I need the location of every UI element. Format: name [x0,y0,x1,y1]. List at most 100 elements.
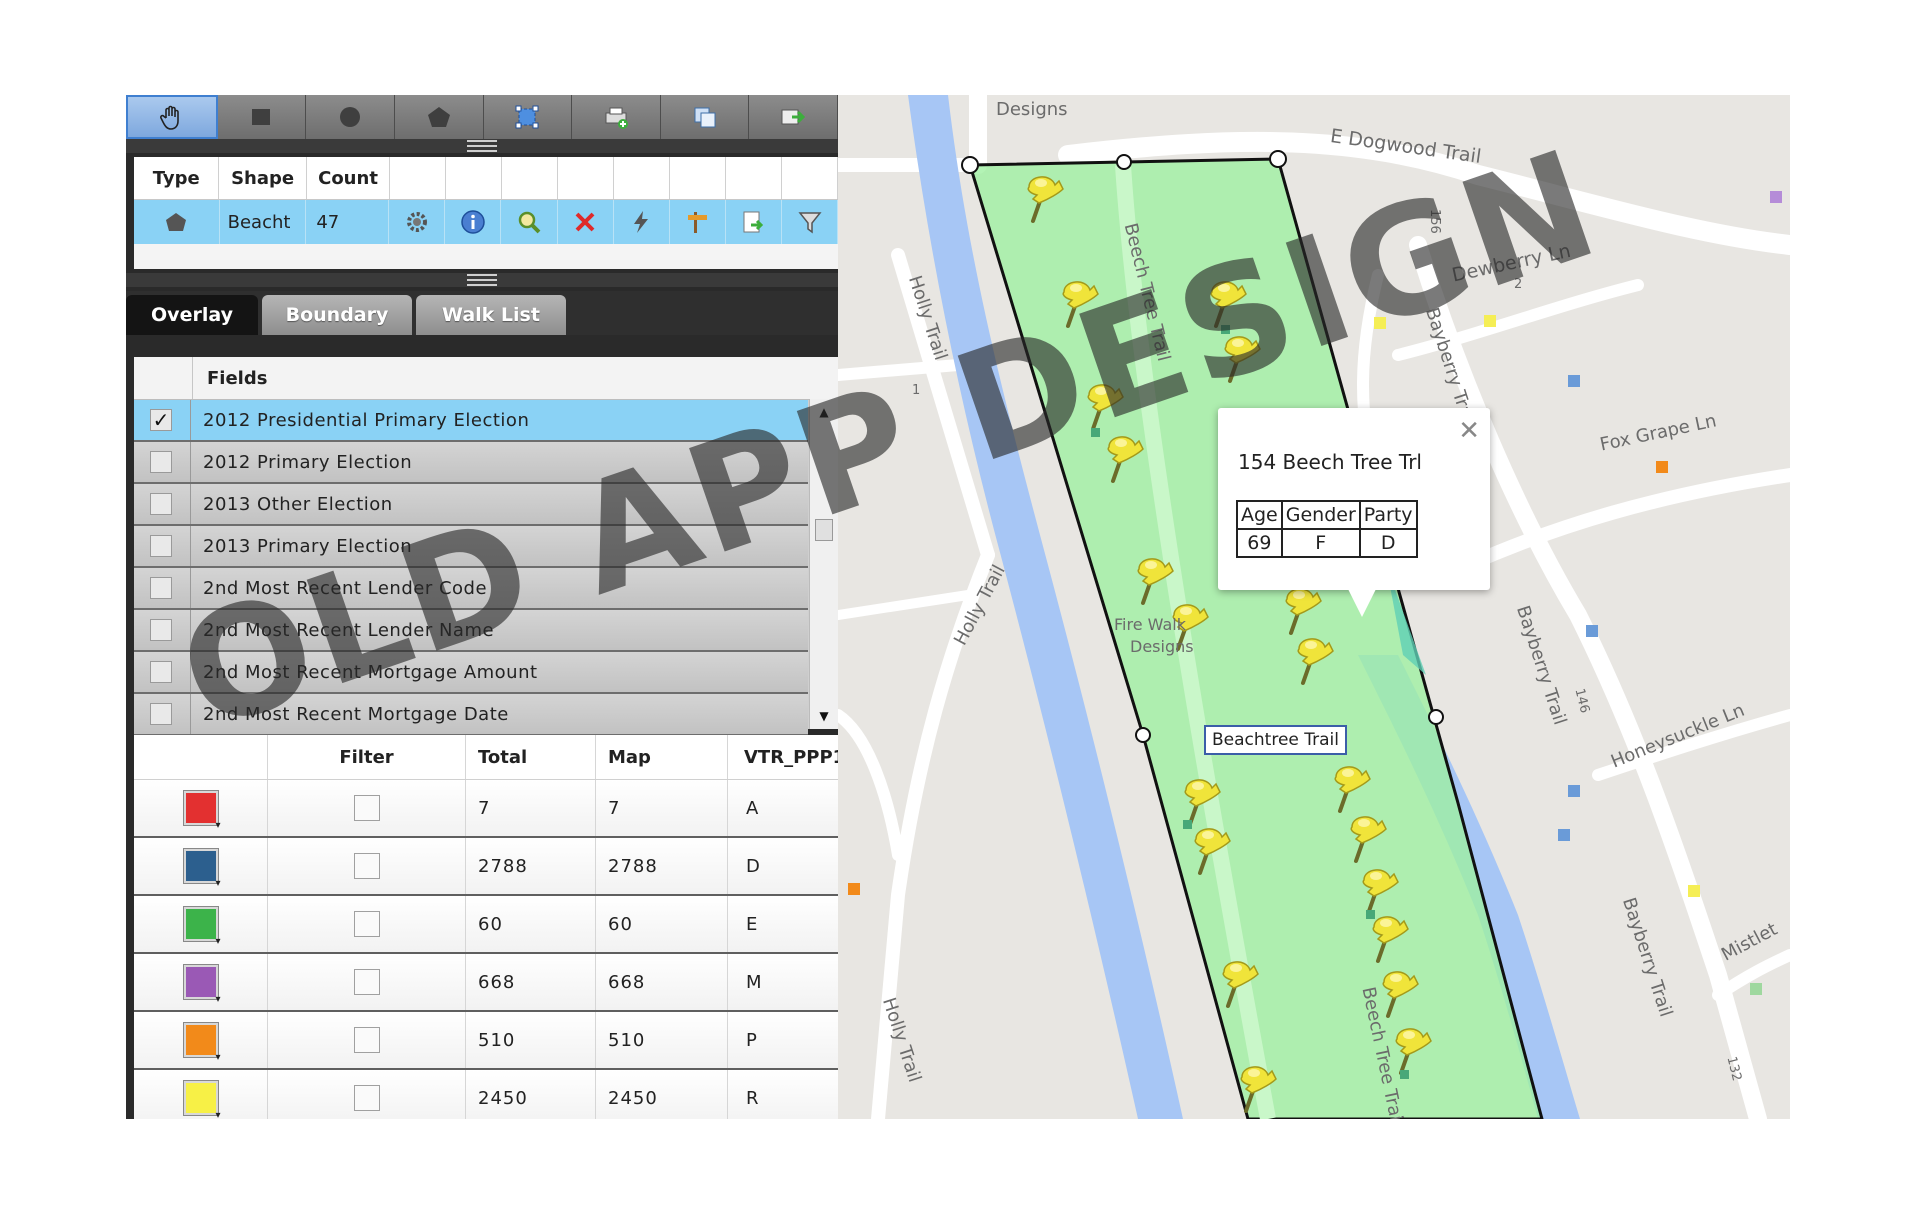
map-cell: 7 [596,780,728,836]
export-button[interactable] [749,95,838,139]
shape-column-header[interactable]: Shape [219,157,307,199]
vtr-cell: M [746,971,763,993]
map-cell: 510 [596,1012,728,1068]
legend-row[interactable]: 24502450 R [134,1070,838,1119]
info-popup: ✕ 154 Beech Tree Trl Age Gender Party 69… [1218,408,1490,590]
settings-button[interactable] [389,200,446,244]
zoom-to-button[interactable] [501,200,558,244]
vtr-cell: R [746,1087,760,1109]
tab-boundary[interactable]: Boundary [262,295,412,335]
map-cell: 60 [596,896,728,952]
polygon-tool-icon [427,107,450,127]
gender-header: Gender [1280,500,1361,530]
close-icon[interactable]: ✕ [1458,416,1480,446]
total-cell: 2788 [466,838,596,894]
legend-row[interactable]: 77A [134,780,838,838]
lightning-icon [634,211,649,233]
color-swatch-dropdown[interactable] [183,791,222,831]
field-checkbox[interactable] [150,703,172,725]
select-tool-button[interactable] [484,95,573,139]
type-column-header[interactable]: Type [134,157,220,199]
circle-tool-button[interactable] [306,95,395,139]
vtr-cell: P [746,1029,758,1051]
color-cell [134,1070,268,1119]
shape-type-cell [134,200,220,244]
gear-icon [406,212,427,232]
resize-grip[interactable] [126,139,838,153]
circle-tool-icon [340,107,361,127]
filter-checkbox[interactable] [353,1085,380,1111]
field-checkbox[interactable]: ✓ [150,408,172,432]
shape-grid: Type Shape Count Beacht 47 [134,157,838,269]
scroll-down-icon[interactable]: ▼ [810,703,838,729]
filter-column-header[interactable]: Filter [268,735,466,779]
filter-checkbox[interactable] [353,853,380,879]
split-button[interactable] [614,200,670,244]
funnel-icon [797,212,822,234]
fields-header: Fields [134,357,838,400]
export-shape-button[interactable] [726,200,782,244]
resize-grip[interactable] [126,273,838,287]
copy-layers-button[interactable] [661,95,750,139]
color-swatch-dropdown[interactable] [183,965,222,1005]
legend-row[interactable]: 27882788 D [134,838,838,896]
hand-tool-icon [159,105,179,130]
filter-checkbox[interactable] [353,795,380,821]
zoom-search-icon [518,211,541,234]
filter-cell [268,1012,466,1068]
filter-checkbox[interactable] [353,911,380,937]
place-label: Designs [1130,637,1194,656]
field-checkbox[interactable] [150,535,172,557]
total-column-header[interactable]: Total [466,735,596,779]
hand-tool-button[interactable] [126,95,218,139]
map-cell: 2788 [596,838,728,894]
place-label: Fire Walk [1114,615,1186,634]
export-icon [781,109,806,125]
legend-row[interactable]: 668668 M [134,954,838,1012]
print-add-button[interactable] [572,95,661,139]
color-swatch-dropdown[interactable] [183,907,222,947]
shape-row[interactable]: Beacht 47 [134,200,838,244]
polygon-tool-button[interactable] [395,95,484,139]
shape-count-cell: 47 [306,200,390,244]
count-column-header[interactable]: Count [307,157,391,199]
field-checkbox[interactable] [150,493,172,515]
filter-checkbox[interactable] [353,1027,380,1053]
field-label: 2012 Presidential Primary Election [203,409,530,431]
filter-cell [268,896,466,952]
info-button[interactable] [445,200,502,244]
delete-x-icon [575,212,595,232]
legend-row[interactable]: 6060 E [134,896,838,954]
color-cell [134,896,268,952]
gender-value: F [1280,528,1361,558]
filter-cell [268,838,466,894]
vtr-cell: E [746,913,759,935]
vtr-cell: D [746,855,761,877]
info-icon [461,210,485,234]
rectangle-tool-button[interactable] [218,95,307,139]
legend-row[interactable]: 510510 P [134,1012,838,1070]
field-checkbox[interactable] [150,661,172,683]
tab-overlay[interactable]: Overlay [126,295,258,335]
color-swatch-dropdown[interactable] [183,1081,222,1119]
total-cell: 7 [466,780,596,836]
tab-walk-list[interactable]: Walk List [416,295,566,335]
color-swatch-dropdown[interactable] [183,1023,222,1063]
filter-checkbox[interactable] [353,969,380,995]
map-cell: 668 [596,954,728,1010]
color-cell [134,838,268,894]
color-swatch-dropdown[interactable] [183,849,222,889]
filter-button[interactable] [782,200,838,244]
map-column-header[interactable]: Map [596,735,728,779]
popup-pointer [1348,589,1376,617]
street-label: Designs [996,99,1068,120]
vtr-column-header[interactable]: VTR_PPP1 [728,735,838,779]
delete-button[interactable] [558,200,614,244]
label-button[interactable] [670,200,726,244]
total-cell: 2450 [466,1070,596,1119]
signpost-icon [688,212,708,233]
print-add-icon [605,107,628,129]
field-label: 2013 Other Election [203,493,393,515]
polygon-shape-icon [166,213,187,231]
field-checkbox[interactable] [150,451,172,473]
